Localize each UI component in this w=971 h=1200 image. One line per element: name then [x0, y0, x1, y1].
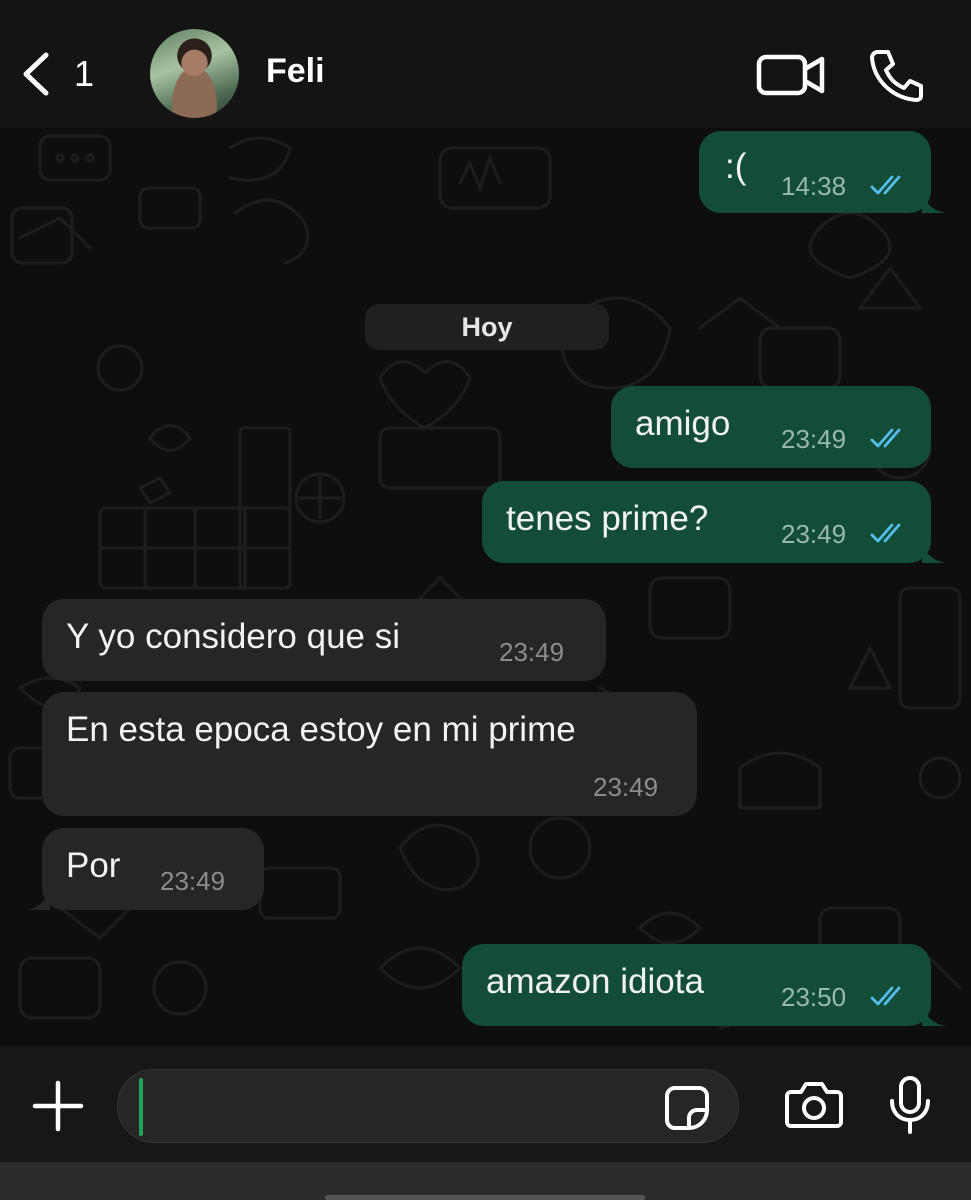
- message-bubble-outgoing[interactable]: amazon idiota 23:50: [462, 944, 931, 1026]
- double-check-read-icon: [870, 175, 901, 195]
- message-time: 23:49: [160, 866, 226, 896]
- message-text: tenes prime?: [506, 499, 709, 538]
- message-bubble-outgoing[interactable]: tenes prime? 23:49: [482, 481, 931, 563]
- back-button[interactable]: 1: [18, 48, 94, 100]
- message-time: 23:49: [499, 637, 565, 667]
- contact-avatar[interactable]: [150, 29, 239, 118]
- message-bubble-incoming[interactable]: Y yo considero que si 23:49: [42, 599, 606, 681]
- message-bubble-outgoing[interactable]: :( 14:38: [699, 131, 931, 213]
- microphone-icon[interactable]: [888, 1075, 932, 1135]
- chat-header: 1 Feli: [0, 0, 971, 128]
- bubble-tail-icon: [922, 191, 946, 213]
- double-check-read-icon: [870, 986, 901, 1006]
- phone-call-icon[interactable]: [868, 48, 924, 102]
- plus-icon[interactable]: [32, 1080, 84, 1132]
- message-bubble-outgoing[interactable]: amigo 23:49: [611, 386, 931, 468]
- message-time: 23:49: [781, 424, 847, 454]
- message-bubble-incoming[interactable]: Por 23:49: [42, 828, 264, 910]
- double-check-read-icon: [870, 523, 901, 543]
- unread-count: 1: [74, 53, 95, 94]
- date-separator: Hoy: [365, 304, 609, 350]
- text-cursor: [139, 1078, 143, 1136]
- bubble-tail-icon: [922, 541, 946, 563]
- message-bubble-incoming[interactable]: En esta epoca estoy en mi prime 23:49: [42, 692, 697, 816]
- chat-area[interactable]: :( 14:38 Hoy amigo 23:49 tenes prime? 23…: [0, 128, 971, 1046]
- message-input[interactable]: [117, 1069, 739, 1143]
- message-time: 23:50: [781, 982, 847, 1012]
- message-text: Y yo considero que si: [66, 617, 401, 656]
- camera-icon[interactable]: [785, 1080, 843, 1130]
- bubble-tail-icon: [26, 888, 50, 910]
- contact-name[interactable]: Feli: [266, 52, 325, 91]
- message-text: Por: [66, 846, 121, 885]
- chevron-left-icon: [23, 52, 49, 96]
- bubble-tail-icon: [922, 1004, 946, 1026]
- message-text: amigo: [635, 404, 731, 443]
- video-call-icon[interactable]: [756, 52, 826, 98]
- message-time: 14:38: [781, 171, 847, 201]
- message-time: 23:49: [593, 772, 659, 802]
- double-check-read-icon: [870, 428, 901, 448]
- message-text: :(: [725, 147, 747, 186]
- sticker-icon[interactable]: [663, 1084, 711, 1132]
- message-time: 23:49: [781, 519, 847, 549]
- message-text: En esta epoca estoy en mi prime: [66, 710, 576, 749]
- message-text: amazon idiota: [486, 962, 704, 1001]
- home-indicator[interactable]: [325, 1195, 645, 1200]
